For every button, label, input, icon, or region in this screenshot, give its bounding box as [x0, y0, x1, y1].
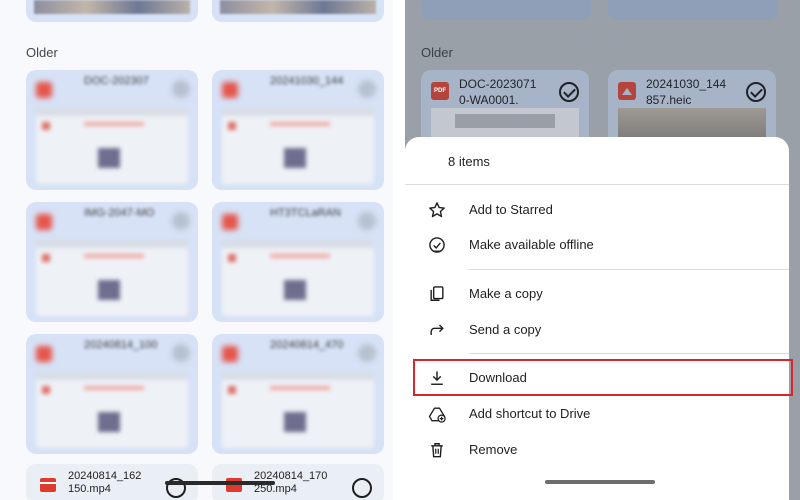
file-type-icon	[36, 82, 52, 98]
file-card[interactable]: 20241030_144	[212, 70, 384, 190]
file-thumbnail	[36, 108, 188, 184]
file-name: DOC-2023071 0-WA0001.	[459, 77, 537, 107]
selected-check-icon[interactable]	[746, 82, 766, 102]
file-card[interactable]: IMG-2047-MO	[26, 202, 198, 322]
file-type-icon	[36, 214, 52, 230]
menu-item-label: Add to Starred	[469, 202, 553, 217]
divider	[405, 184, 789, 185]
menu-item-remove[interactable]: Remove	[405, 433, 789, 467]
actions-bottom-sheet: 8 items Add to Starred Make available of…	[405, 137, 789, 500]
offline-check-icon	[429, 237, 445, 253]
file-thumbnail	[36, 372, 188, 448]
menu-item-add-to-starred[interactable]: Add to Starred	[405, 193, 789, 227]
menu-item-label: Remove	[469, 442, 518, 457]
menu-item-label: Send a copy	[469, 322, 542, 337]
section-label-older: Older	[421, 45, 453, 60]
star-icon	[429, 202, 445, 218]
add-shortcut-icon	[428, 407, 446, 423]
file-card-partial[interactable]	[608, 0, 778, 20]
file-name: 20241030_144	[270, 75, 344, 87]
file-thumbnail	[36, 240, 188, 316]
file-name: HT3TCLaRAN	[270, 207, 341, 219]
file-name: 20240814_162 150.mp4	[68, 470, 142, 495]
pdf-icon: PDF	[431, 82, 449, 100]
file-card[interactable]: DOC-202307	[26, 70, 198, 190]
file-name: 20240814_470	[270, 339, 344, 351]
file-type-icon	[222, 82, 238, 98]
select-circle-icon[interactable]	[172, 212, 190, 230]
file-type-icon	[222, 346, 238, 362]
copy-icon	[430, 286, 444, 301]
menu-item-label: Make available offline	[469, 237, 594, 252]
menu-item-make-a-copy[interactable]: Make a copy	[405, 277, 789, 311]
file-type-icon	[222, 214, 238, 230]
select-circle-icon[interactable]	[358, 80, 376, 98]
menu-item-add-shortcut-to-drive[interactable]: Add shortcut to Drive	[405, 397, 789, 431]
file-card-partial[interactable]	[26, 0, 198, 22]
send-icon	[430, 324, 444, 335]
file-card[interactable]: 20240814_100	[26, 334, 198, 454]
menu-item-label: Make a copy	[469, 286, 543, 301]
menu-item-make-available-offline[interactable]: Make available offline	[405, 228, 789, 262]
file-name: 20241030_144 857.heic	[646, 77, 727, 107]
panel-divider	[393, 0, 405, 500]
file-card[interactable]: HT3TCLaRAN	[212, 202, 384, 322]
trash-icon	[431, 443, 443, 458]
screenshot-frame: Older DOC-202307 20241030_144 IMG-2047-M…	[0, 0, 800, 500]
home-indicator	[165, 481, 275, 485]
selected-check-icon[interactable]	[559, 82, 579, 102]
video-file-icon	[40, 478, 56, 492]
divider	[469, 353, 789, 354]
select-circle-icon[interactable]	[358, 212, 376, 230]
select-circle-icon[interactable]	[172, 344, 190, 362]
file-thumbnail	[222, 108, 374, 184]
file-type-icon	[36, 346, 52, 362]
file-thumbnail	[222, 372, 374, 448]
section-label-older: Older	[26, 45, 58, 60]
select-circle-icon[interactable]	[172, 80, 190, 98]
menu-item-label: Add shortcut to Drive	[469, 406, 591, 421]
file-name: DOC-202307	[84, 75, 149, 87]
select-circle-icon[interactable]	[358, 344, 376, 362]
left-panel: Older DOC-202307 20241030_144 IMG-2047-M…	[0, 0, 393, 500]
file-card[interactable]: 20240814_470	[212, 334, 384, 454]
download-highlight-box	[413, 359, 793, 396]
file-name: IMG-2047-MO	[84, 207, 155, 219]
selection-count: 8 items	[448, 154, 490, 169]
select-circle-icon[interactable]	[352, 478, 372, 498]
file-thumbnail	[222, 240, 374, 316]
file-name: 20240814_100	[84, 339, 158, 351]
menu-item-send-a-copy[interactable]: Send a copy	[405, 313, 789, 347]
divider	[469, 269, 789, 270]
file-card-partial[interactable]	[212, 0, 384, 22]
file-card-partial[interactable]	[421, 0, 591, 20]
image-icon	[618, 82, 636, 100]
home-indicator	[545, 480, 655, 484]
